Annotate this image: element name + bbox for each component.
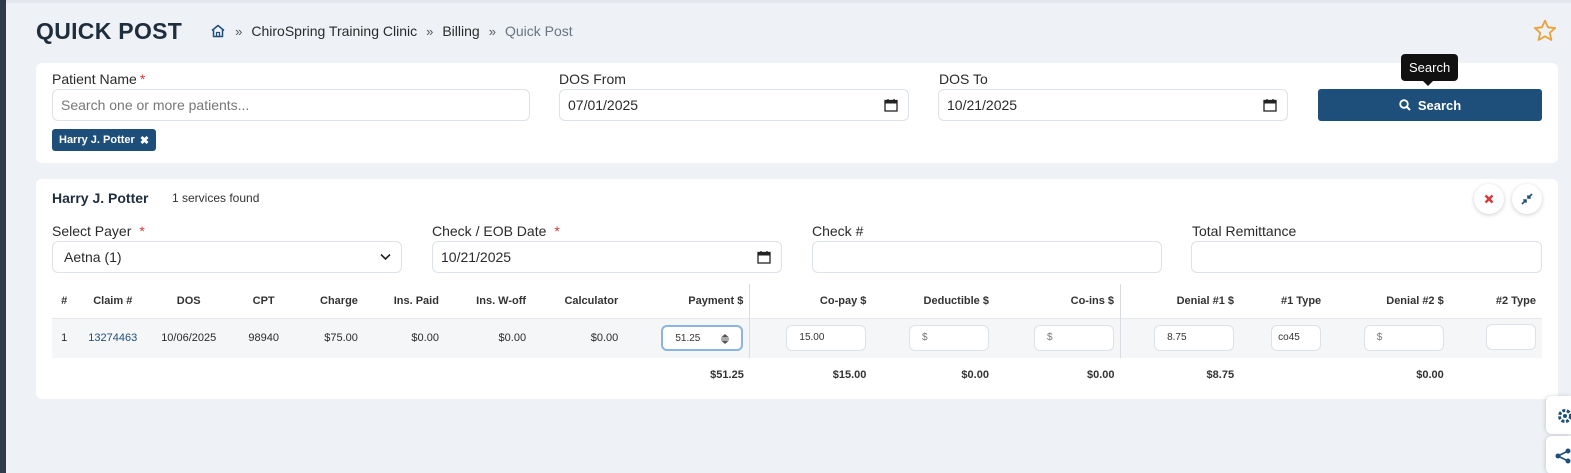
col-type2: #2 Type xyxy=(1495,294,1536,307)
total-copay: $15.00 xyxy=(832,369,867,381)
col-index: # xyxy=(61,294,68,307)
total-coins: $0.00 xyxy=(1087,369,1115,381)
col-denial2: Denial #2 $ xyxy=(1386,294,1444,307)
col-claim: Claim # xyxy=(93,294,133,307)
table-header-row: # Claim # DOS CPT Charge Ins. Paid Ins. … xyxy=(52,284,1542,318)
check-date-label: Check / EOB Date * xyxy=(432,223,560,239)
row-dos: 10/06/2025 xyxy=(149,317,229,358)
patient-results-panel: Harry J. Potter 1 services found Select … xyxy=(36,179,1558,399)
breadcrumb-separator: » xyxy=(426,23,434,39)
denial2-input[interactable]: $ xyxy=(1363,325,1444,352)
check-number-input[interactable] xyxy=(812,241,1162,273)
breadcrumb-clinic[interactable]: ChiroSpring Training Clinic xyxy=(251,23,417,39)
row-ins-paid: $0.00 xyxy=(363,317,445,358)
totals-row: $51.25 $15.00 $0.00 $0.00 $8.75 $0.00 xyxy=(52,358,1542,392)
row-index: 1 xyxy=(52,317,77,358)
type2-input[interactable] xyxy=(1486,323,1536,350)
patient-search-input[interactable]: Search one or more patients... xyxy=(52,89,530,121)
collapse-button[interactable] xyxy=(1512,184,1542,214)
top-border xyxy=(6,0,1571,3)
number-stepper-icon[interactable] xyxy=(720,333,730,345)
type1-input[interactable]: co45 xyxy=(1271,325,1322,352)
chevron-down-icon xyxy=(380,253,391,261)
copay-cell: 15.00 xyxy=(749,317,873,358)
patient-name-label: Patient Name * xyxy=(52,71,146,87)
col-deductible: Deductible $ xyxy=(923,294,989,307)
col-calculator: Calculator xyxy=(564,294,619,307)
settings-tab[interactable] xyxy=(1546,396,1571,434)
search-panel: Patient Name * Search one or more patient… xyxy=(36,63,1558,163)
col-ins-woff: Ins. W-off xyxy=(476,294,527,307)
deductible-cell: $ xyxy=(872,317,995,358)
type2-cell xyxy=(1449,317,1542,358)
col-type1: #1 Type xyxy=(1281,294,1322,307)
dos-to-label: DOS To xyxy=(939,71,988,87)
left-sidebar-edge xyxy=(0,0,6,473)
row-cpt: 98940 xyxy=(228,317,300,358)
breadcrumb-separator: » xyxy=(488,23,496,39)
compress-icon xyxy=(1521,193,1533,205)
calendar-icon[interactable] xyxy=(757,250,771,264)
result-patient-name: Harry J. Potter xyxy=(52,190,149,206)
coins-cell: $ xyxy=(994,317,1121,358)
col-dos: DOS xyxy=(176,294,201,307)
selected-patient-tag: Harry J. Potter ✖ xyxy=(52,129,157,151)
total-denial2: $0.00 xyxy=(1416,369,1444,381)
coins-input[interactable]: $ xyxy=(1034,325,1115,352)
search-button[interactable]: Search xyxy=(1318,89,1542,121)
close-icon xyxy=(1484,194,1494,204)
select-payer-label: Select Payer * xyxy=(52,223,145,239)
search-icon xyxy=(1399,99,1411,111)
services-found-count: 1 services found xyxy=(172,191,260,205)
total-remittance-label: Total Remittance xyxy=(1192,223,1297,239)
dos-to-input[interactable]: 10/21/2025 xyxy=(938,89,1288,121)
denial1-input[interactable]: 8.75 xyxy=(1154,325,1235,352)
check-number-label: Check # xyxy=(812,223,864,239)
home-icon[interactable] xyxy=(210,23,226,39)
check-date-input[interactable]: 10/21/2025 xyxy=(432,241,782,273)
favorite-star-icon[interactable] xyxy=(1532,18,1558,44)
payer-select[interactable]: Aetna (1) xyxy=(52,241,402,273)
total-payment: $51.25 xyxy=(710,369,744,381)
breadcrumb-billing[interactable]: Billing xyxy=(442,23,479,39)
remove-tag-icon[interactable]: ✖ xyxy=(140,134,149,147)
calendar-icon[interactable] xyxy=(884,98,898,112)
page-header: QUICK POST » ChiroSpring Training Clinic… xyxy=(36,16,573,46)
col-copay: Co-pay $ xyxy=(749,284,873,318)
total-deductible: $0.00 xyxy=(961,369,989,381)
calendar-icon[interactable] xyxy=(1263,98,1277,112)
share-tab[interactable] xyxy=(1546,436,1571,473)
payment-cell: 51.25 xyxy=(624,317,750,358)
page-title: QUICK POST xyxy=(36,17,183,44)
payment-input[interactable]: 51.25 xyxy=(661,325,744,352)
row-charge: $75.00 xyxy=(299,317,364,358)
breadcrumb: » ChiroSpring Training Clinic » Billing … xyxy=(210,23,573,39)
denial1-cell: 8.75 xyxy=(1120,317,1241,358)
dos-from-input[interactable]: 07/01/2025 xyxy=(559,89,909,121)
search-tooltip: Search xyxy=(1401,54,1459,86)
col-payment: Payment $ xyxy=(688,294,744,307)
row-ins-woff: $0.00 xyxy=(444,317,533,358)
row-calculator: $0.00 xyxy=(532,317,625,358)
type1-cell: co45 xyxy=(1240,317,1328,358)
gear-icon xyxy=(1558,409,1571,423)
total-denial1: $8.75 xyxy=(1206,369,1235,381)
col-cpt: CPT xyxy=(252,294,275,307)
deductible-input[interactable]: $ xyxy=(908,325,989,352)
remove-patient-button[interactable] xyxy=(1474,184,1504,214)
breadcrumb-separator: » xyxy=(235,23,243,39)
total-remittance-input[interactable] xyxy=(1191,241,1542,273)
col-coins: Co-ins $ xyxy=(1070,294,1115,307)
table-row: 1 13274463 10/06/2025 98940 $75.00 $0.00… xyxy=(52,317,1542,358)
col-ins-paid: Ins. Paid xyxy=(393,294,439,307)
col-charge: Charge xyxy=(320,294,358,307)
share-icon xyxy=(1555,448,1571,464)
col-denial1: Denial #1 $ xyxy=(1120,284,1241,318)
services-table: # Claim # DOS CPT Charge Ins. Paid Ins. … xyxy=(52,284,1542,392)
denial2-cell: $ xyxy=(1327,317,1450,358)
copay-input[interactable]: 15.00 xyxy=(786,325,867,352)
dos-from-label: DOS From xyxy=(559,71,626,87)
claim-link[interactable]: 13274463 xyxy=(76,317,150,358)
breadcrumb-quick-post: Quick Post xyxy=(504,23,573,39)
